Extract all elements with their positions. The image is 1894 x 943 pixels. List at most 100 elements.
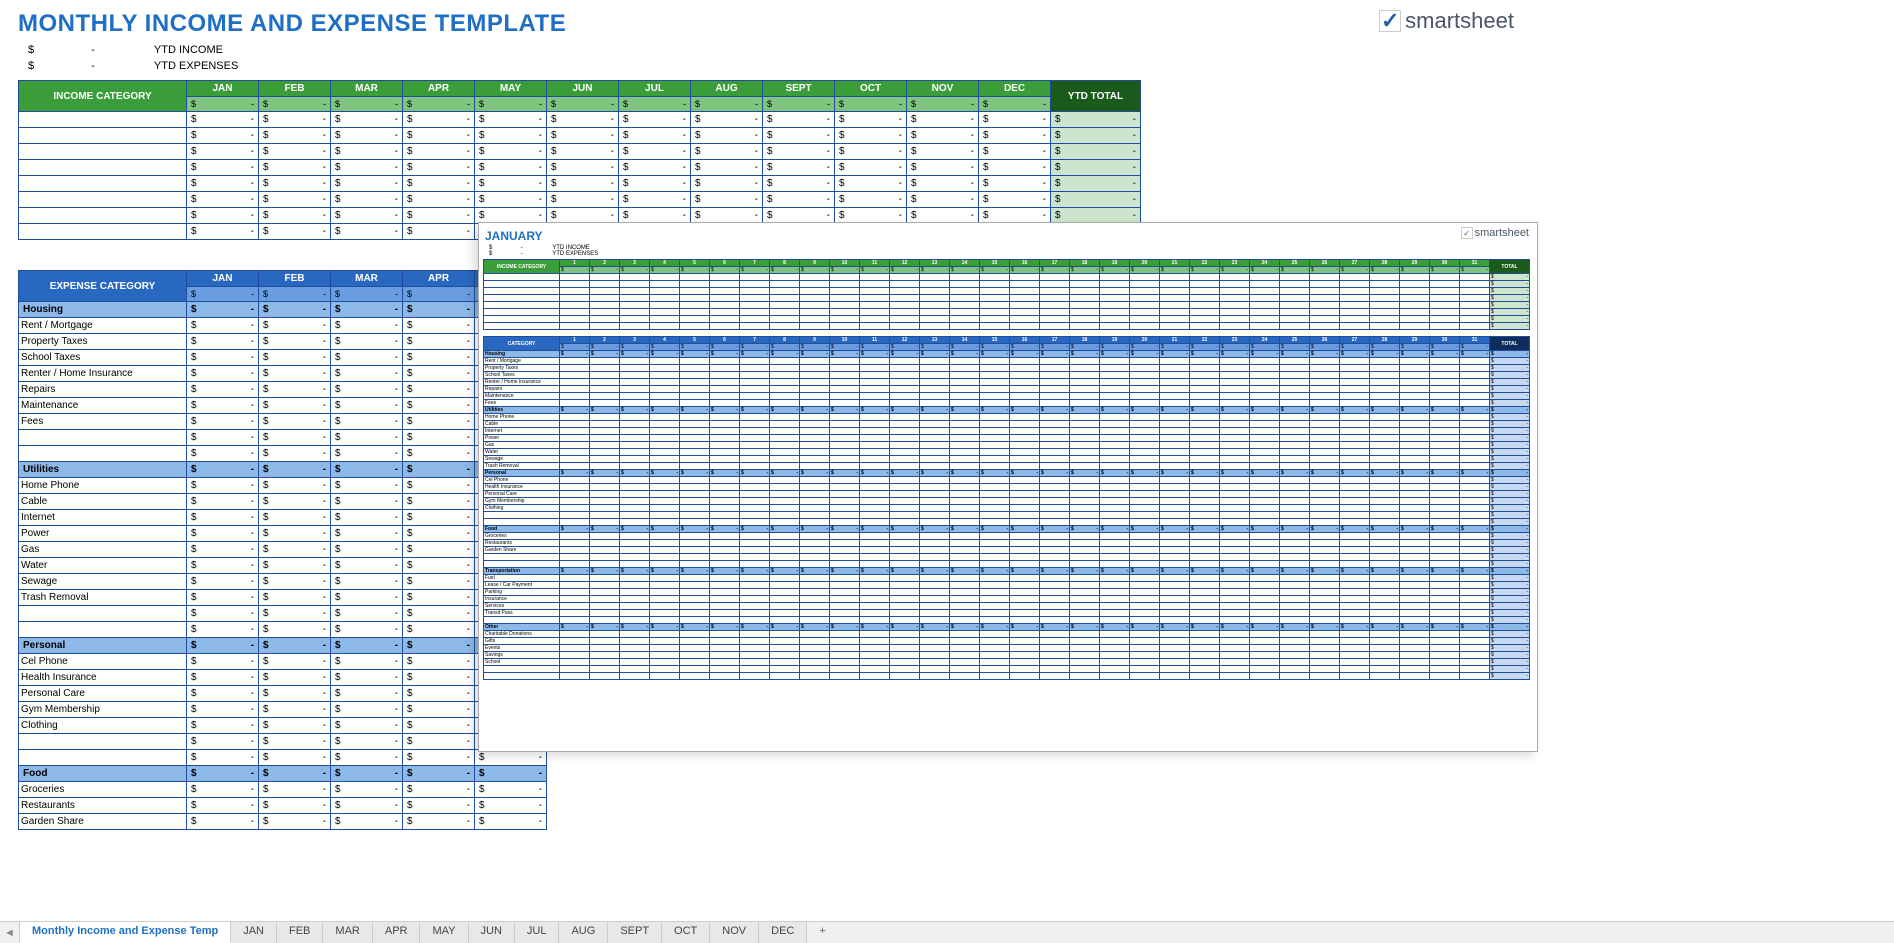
cell[interactable]: $- xyxy=(1070,568,1100,575)
cell[interactable] xyxy=(590,365,620,372)
cell[interactable] xyxy=(1310,435,1340,442)
cell[interactable]: $- xyxy=(691,192,763,208)
cell[interactable] xyxy=(1220,435,1250,442)
cell[interactable] xyxy=(1280,316,1310,323)
cell[interactable] xyxy=(1370,512,1400,519)
cell[interactable] xyxy=(830,365,860,372)
cell[interactable] xyxy=(950,673,980,680)
cell[interactable]: $- xyxy=(1310,624,1340,631)
cell[interactable]: $- xyxy=(1160,351,1190,358)
cell[interactable]: $- xyxy=(650,526,680,533)
cell[interactable]: $- xyxy=(187,734,259,750)
cell[interactable] xyxy=(890,274,920,281)
cell[interactable] xyxy=(1430,673,1460,680)
cell[interactable] xyxy=(1130,400,1160,407)
cell[interactable] xyxy=(680,400,710,407)
income-row-label[interactable] xyxy=(19,224,187,240)
cell[interactable] xyxy=(950,596,980,603)
ov-row-label[interactable]: Services xyxy=(484,603,560,610)
cell[interactable] xyxy=(1400,288,1430,295)
cell[interactable]: $- xyxy=(740,344,770,351)
cell[interactable] xyxy=(1100,365,1130,372)
cell[interactable] xyxy=(740,477,770,484)
cell[interactable]: $- xyxy=(259,366,331,382)
cell[interactable] xyxy=(1100,281,1130,288)
cell[interactable] xyxy=(1370,554,1400,561)
cell[interactable]: $- xyxy=(1490,638,1530,645)
cell[interactable] xyxy=(1430,652,1460,659)
cell[interactable]: $- xyxy=(403,686,475,702)
cell[interactable] xyxy=(1220,512,1250,519)
cell[interactable] xyxy=(950,603,980,610)
cell[interactable]: $- xyxy=(800,526,830,533)
cell[interactable] xyxy=(1130,463,1160,470)
cell[interactable] xyxy=(1430,386,1460,393)
cell[interactable] xyxy=(1400,582,1430,589)
cell[interactable] xyxy=(1460,491,1490,498)
cell[interactable] xyxy=(1220,400,1250,407)
ov-row-label[interactable] xyxy=(484,561,560,568)
cell[interactable]: $- xyxy=(331,176,403,192)
cell[interactable]: $- xyxy=(1490,659,1530,666)
cell[interactable] xyxy=(1370,498,1400,505)
cell[interactable]: $- xyxy=(331,638,403,654)
cell[interactable]: $- xyxy=(259,814,331,830)
cell[interactable] xyxy=(680,617,710,624)
cell[interactable] xyxy=(650,477,680,484)
cell[interactable] xyxy=(650,596,680,603)
cell[interactable] xyxy=(1100,449,1130,456)
cell[interactable] xyxy=(1310,484,1340,491)
cell[interactable]: $- xyxy=(187,798,259,814)
cell[interactable]: $- xyxy=(259,398,331,414)
cell[interactable] xyxy=(560,393,590,400)
cell[interactable] xyxy=(650,512,680,519)
cell[interactable] xyxy=(1070,442,1100,449)
cell[interactable] xyxy=(650,323,680,330)
cell[interactable] xyxy=(860,498,890,505)
cell[interactable] xyxy=(740,393,770,400)
cell[interactable] xyxy=(890,372,920,379)
cell[interactable]: $- xyxy=(691,128,763,144)
cell[interactable] xyxy=(650,435,680,442)
cell[interactable] xyxy=(1400,498,1430,505)
cell[interactable] xyxy=(1280,491,1310,498)
cell[interactable] xyxy=(770,673,800,680)
cell[interactable]: $- xyxy=(331,112,403,128)
cell[interactable] xyxy=(1400,645,1430,652)
cell[interactable] xyxy=(1100,316,1130,323)
cell[interactable] xyxy=(1220,442,1250,449)
cell[interactable]: $- xyxy=(331,414,403,430)
cell[interactable] xyxy=(560,519,590,526)
cell[interactable] xyxy=(1250,288,1280,295)
cell[interactable] xyxy=(800,498,830,505)
cell[interactable] xyxy=(830,547,860,554)
cell[interactable]: $- xyxy=(1010,351,1040,358)
cell[interactable] xyxy=(650,645,680,652)
cell[interactable]: $- xyxy=(1490,386,1530,393)
cell[interactable] xyxy=(710,519,740,526)
cell[interactable] xyxy=(980,288,1010,295)
cell[interactable] xyxy=(980,631,1010,638)
cell[interactable]: $- xyxy=(950,568,980,575)
cell[interactable]: $- xyxy=(1040,470,1070,477)
cell[interactable]: $- xyxy=(680,526,710,533)
cell[interactable] xyxy=(1280,463,1310,470)
cell[interactable]: $- xyxy=(890,568,920,575)
cell[interactable] xyxy=(1460,449,1490,456)
cell[interactable] xyxy=(1010,631,1040,638)
cell[interactable] xyxy=(1280,589,1310,596)
cell[interactable] xyxy=(740,540,770,547)
cell[interactable] xyxy=(1070,393,1100,400)
cell[interactable] xyxy=(1430,449,1460,456)
cell[interactable] xyxy=(560,421,590,428)
cell[interactable] xyxy=(1370,575,1400,582)
cell[interactable] xyxy=(1310,309,1340,316)
cell[interactable] xyxy=(1130,274,1160,281)
cell[interactable] xyxy=(1460,414,1490,421)
cell[interactable]: $- xyxy=(331,208,403,224)
cell[interactable]: $- xyxy=(331,702,403,718)
cell[interactable] xyxy=(1280,435,1310,442)
cell[interactable] xyxy=(1190,638,1220,645)
cell[interactable]: $- xyxy=(331,654,403,670)
cell[interactable] xyxy=(1010,533,1040,540)
